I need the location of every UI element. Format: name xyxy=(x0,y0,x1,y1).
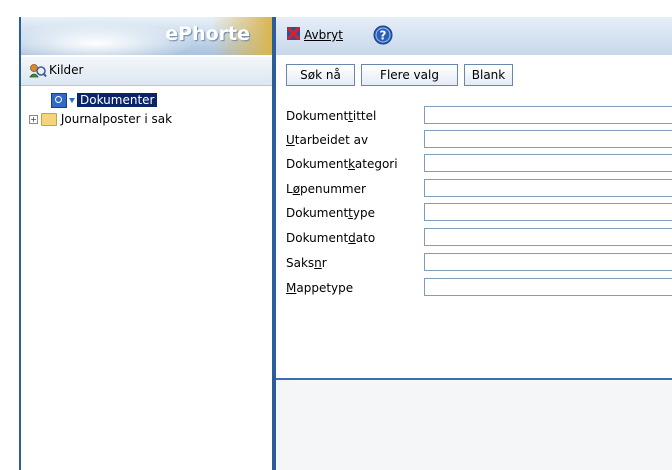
search-icon xyxy=(51,93,67,108)
sources-header[interactable]: Kilder xyxy=(21,57,272,86)
app-window: ePhorte Kilder Dokumenter + Journalposte… xyxy=(0,0,672,470)
field-label: Saksnr xyxy=(286,256,327,270)
saksnr-input[interactable] xyxy=(424,253,672,271)
cancel-accel: Avbryt xyxy=(304,28,343,42)
lopenummer-input[interactable] xyxy=(424,179,672,197)
results-area xyxy=(276,380,672,470)
expand-icon[interactable]: + xyxy=(29,115,38,124)
tree-item-label: Journalposter i sak xyxy=(60,112,173,126)
tree-item-label: Dokumenter xyxy=(77,93,158,107)
field-label: Dokumentdato xyxy=(286,231,376,245)
field-saksnr: Saksnr xyxy=(276,253,672,273)
field-label: Dokumenttittel xyxy=(286,109,377,123)
dokumentkategori-input[interactable] xyxy=(424,154,672,172)
field-dokumentkategori: Dokumentkategori xyxy=(276,154,672,174)
svg-text:?: ? xyxy=(380,29,387,43)
field-label: Mappetype xyxy=(286,281,354,295)
search-form: Søk nå Flere valg Blank Dokumenttittel U… xyxy=(276,57,672,377)
field-label: Dokumenttype xyxy=(286,206,375,220)
tree-item-dokumenter[interactable]: Dokumenter xyxy=(51,93,158,109)
field-lopenummer: Løpenummer xyxy=(276,179,672,199)
field-dokumentdato: Dokumentdato xyxy=(276,228,672,248)
right-panel: Avbryt ? Søk nå Flere valg Blank Dokumen… xyxy=(274,17,672,470)
dokumentdato-input[interactable] xyxy=(424,228,672,246)
sources-icon xyxy=(29,64,47,78)
field-utarbeidet-av: Utarbeidet av xyxy=(276,130,672,150)
field-dokumenttittel: Dokumenttittel xyxy=(276,106,672,126)
field-dokumenttype: Dokumenttype xyxy=(276,203,672,223)
sources-label: Kilder xyxy=(49,63,84,77)
folder-icon xyxy=(41,113,57,126)
cancel-link[interactable]: Avbryt xyxy=(304,28,343,42)
blank-button[interactable]: Blank xyxy=(464,64,513,86)
dokumenttittel-input[interactable] xyxy=(424,106,672,124)
search-now-button[interactable]: Søk nå xyxy=(286,64,355,86)
mappetype-input[interactable] xyxy=(424,278,672,296)
field-label: Utarbeidet av xyxy=(286,133,369,147)
app-title: ePhorte xyxy=(165,23,250,45)
tree-item-journalposter[interactable]: + Journalposter i sak xyxy=(29,112,172,128)
field-label: Løpenummer xyxy=(286,182,366,196)
brand-header: ePhorte xyxy=(21,17,272,55)
utarbeidet-av-input[interactable] xyxy=(424,130,672,148)
cancel-icon[interactable] xyxy=(287,27,300,40)
field-label: Dokumentkategori xyxy=(286,157,398,171)
filter-icon xyxy=(69,98,75,103)
dokumenttype-input[interactable] xyxy=(424,203,672,221)
more-options-button[interactable]: Flere valg xyxy=(361,64,458,86)
help-icon[interactable]: ? xyxy=(373,25,393,45)
left-panel: ePhorte Kilder Dokumenter + Journalposte… xyxy=(19,17,274,470)
search-toolbar: Avbryt ? xyxy=(276,17,672,55)
field-mappetype: Mappetype xyxy=(276,278,672,298)
